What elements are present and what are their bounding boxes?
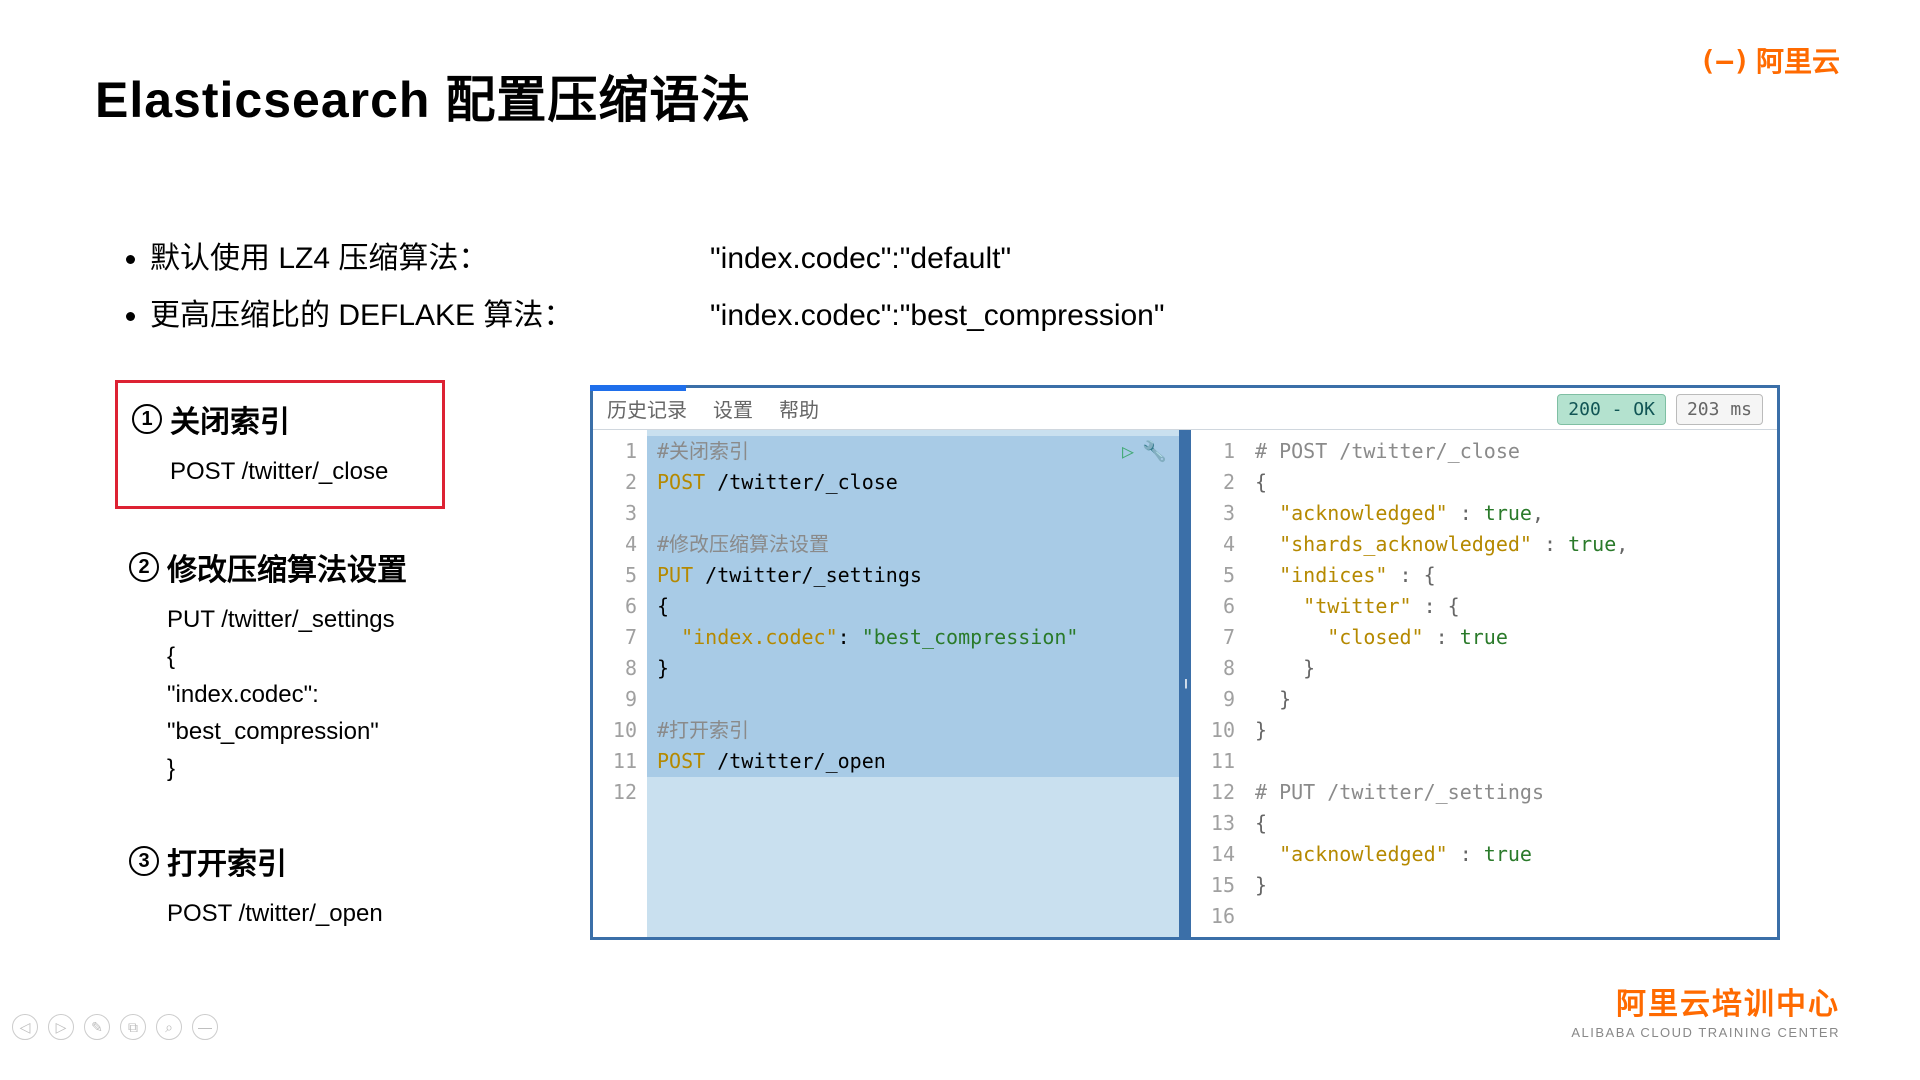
step-item: 2 修改压缩算法设置 PUT /twitter/_settings { "index… bbox=[115, 531, 445, 803]
slide-nav-button[interactable]: ⧉ bbox=[120, 1014, 146, 1040]
steps-list: 1 关闭索引 POST /twitter/_close 2 修改压缩算法设置 PUT /t… bbox=[115, 380, 445, 970]
logo-bracket-icon: (–) bbox=[1699, 44, 1750, 77]
slide-title: Elasticsearch 配置压缩语法 bbox=[95, 60, 751, 132]
status-badge-ok: 200 - OK bbox=[1557, 394, 1666, 425]
brand-logo-bottom: 阿里云培训中心 ALIBABA CLOUD TRAINING CENTER bbox=[1571, 979, 1840, 1040]
slide-nav-button[interactable]: ◁ bbox=[12, 1014, 38, 1040]
wrench-icon[interactable]: 🔧 bbox=[1142, 436, 1167, 467]
step-item: 3 打开索引 POST /twitter/_open bbox=[115, 825, 445, 948]
bottom-logo-cn: 阿里云培训中心 bbox=[1571, 979, 1840, 1023]
step-number-icon: 2 bbox=[129, 552, 159, 582]
step-title: 修改压缩算法设置 bbox=[167, 545, 407, 589]
play-icon[interactable]: ▷ bbox=[1122, 436, 1134, 467]
step-title: 关闭索引 bbox=[170, 397, 290, 441]
step-body: POST /twitter/_open bbox=[129, 895, 431, 932]
console-tabbar: 历史记录设置帮助 200 - OK 203 ms bbox=[593, 388, 1777, 430]
status-area: 200 - OK 203 ms bbox=[1557, 394, 1763, 425]
slide-nav-button[interactable]: ✎ bbox=[84, 1014, 110, 1040]
slide-nav-button[interactable]: ▷ bbox=[48, 1014, 74, 1040]
console-tab[interactable]: 帮助 bbox=[779, 394, 819, 423]
slide-nav-button[interactable]: — bbox=[192, 1014, 218, 1040]
bullet-list: 默认使用 LZ4 压缩算法："index.codec":"default"更高压… bbox=[120, 230, 1165, 344]
pane-splitter[interactable] bbox=[1179, 430, 1191, 937]
left-code[interactable]: #关闭索引 POST /twitter/_close #修改压缩算法设置 PUT… bbox=[647, 430, 1179, 937]
slide-nav-button[interactable]: ⌕ bbox=[156, 1014, 182, 1040]
run-controls[interactable]: ▷ 🔧 bbox=[1122, 436, 1167, 467]
step-number-icon: 1 bbox=[132, 404, 162, 434]
bullet-item: 默认使用 LZ4 压缩算法："index.codec":"default" bbox=[150, 230, 1165, 287]
brand-logo-top: (–) 阿里云 bbox=[1699, 40, 1840, 80]
slide-nav-controls[interactable]: ◁ ▷ ✎ ⧉ ⌕ — bbox=[12, 1014, 218, 1040]
bullet-item: 更高压缩比的 DEFLAKE 算法："index.codec":"best_co… bbox=[150, 287, 1165, 344]
console-tab[interactable]: 设置 bbox=[713, 394, 753, 423]
brand-name: 阿里云 bbox=[1756, 40, 1840, 80]
dev-console: 历史记录设置帮助 200 - OK 203 ms ▷ 🔧 1 2 3 4 5 6… bbox=[590, 385, 1780, 940]
console-tab[interactable]: 历史记录 bbox=[607, 394, 687, 423]
request-pane[interactable]: ▷ 🔧 1 2 3 4 5 6 7 8 9 10 11 12 #关闭索引 POS… bbox=[593, 430, 1179, 937]
step-item: 1 关闭索引 POST /twitter/_close bbox=[115, 380, 445, 509]
status-badge-time: 203 ms bbox=[1676, 394, 1763, 425]
step-title: 打开索引 bbox=[167, 839, 287, 883]
bottom-logo-en: ALIBABA CLOUD TRAINING CENTER bbox=[1571, 1025, 1840, 1040]
right-gutter: 1 2 3 4 5 6 7 8 9 10 11 12 13 14 15 16 1… bbox=[1191, 430, 1245, 937]
step-body: POST /twitter/_close bbox=[132, 453, 428, 490]
step-number-icon: 3 bbox=[129, 846, 159, 876]
slide: (–) 阿里云 Elasticsearch 配置压缩语法 默认使用 LZ4 压缩… bbox=[0, 0, 1920, 1080]
console-panes: ▷ 🔧 1 2 3 4 5 6 7 8 9 10 11 12 #关闭索引 POS… bbox=[593, 430, 1777, 937]
step-body: PUT /twitter/_settings { "index.codec": … bbox=[129, 601, 431, 787]
response-pane: 1 2 3 4 5 6 7 8 9 10 11 12 13 14 15 16 1… bbox=[1191, 430, 1777, 937]
right-code: # POST /twitter/_close { "acknowledged" … bbox=[1245, 430, 1777, 937]
left-gutter: 1 2 3 4 5 6 7 8 9 10 11 12 bbox=[593, 430, 647, 937]
